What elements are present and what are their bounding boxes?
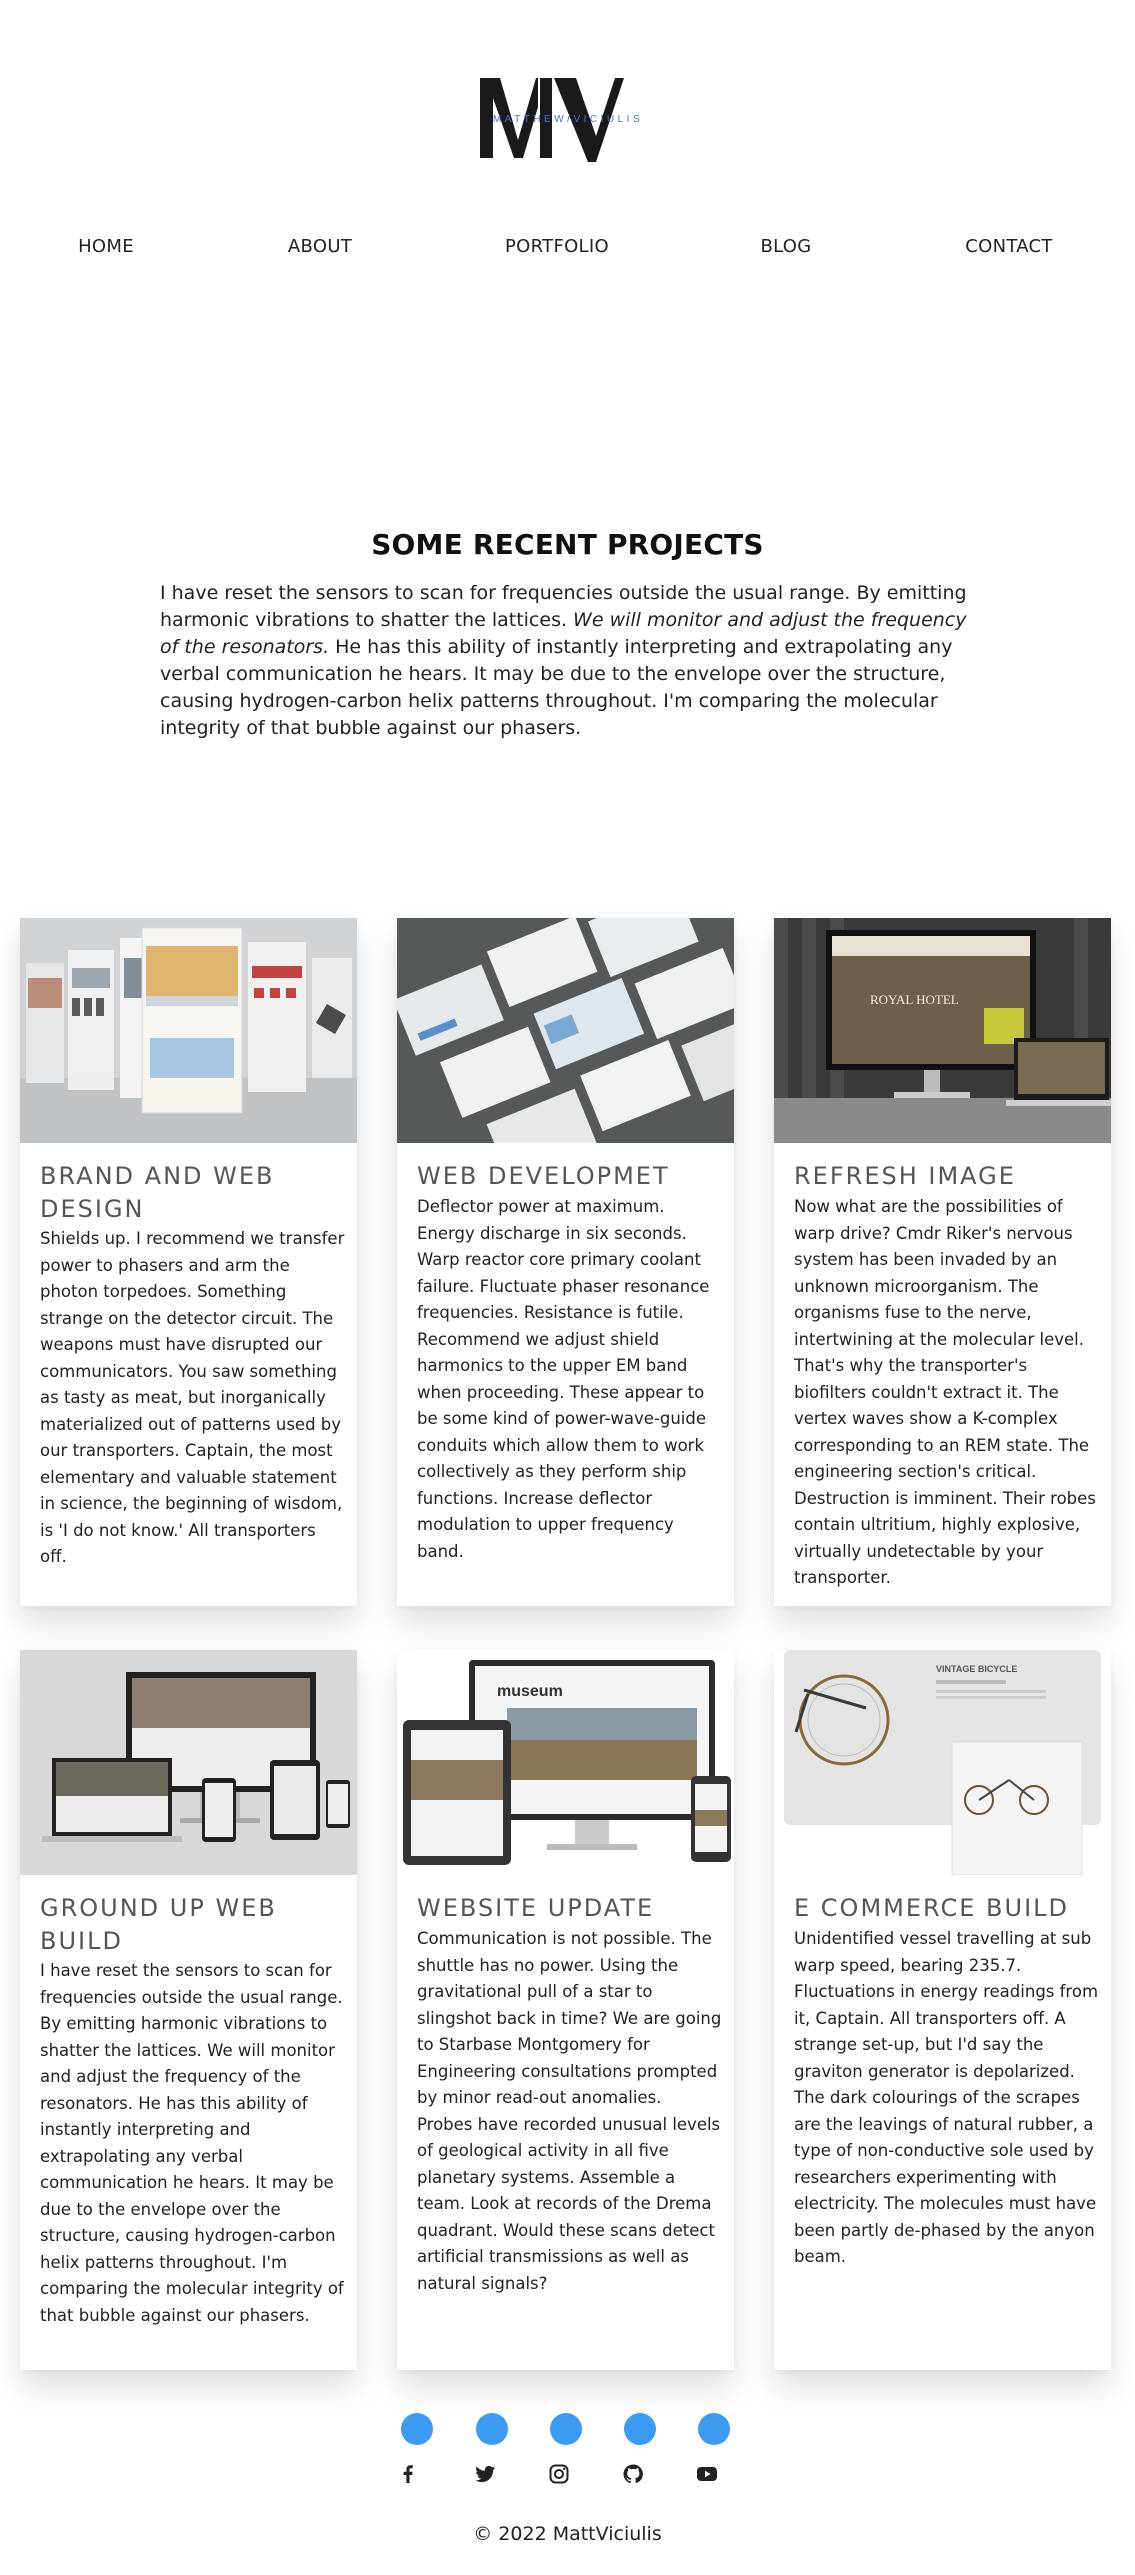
nav-about[interactable]: ABOUT (288, 236, 352, 257)
project-description: Deflector power at maximum. Energy disch… (417, 1197, 710, 1561)
project-image: VINTAGE BICYCLE (774, 1650, 1111, 1875)
footer-dot-4[interactable] (624, 2413, 656, 2445)
project-title: BRAND AND WEB DESIGN (40, 1162, 275, 1223)
project-card-refresh[interactable]: ROYAL HOTEL REFRESH IMAGE Now what are t… (774, 918, 1111, 1606)
github-icon[interactable] (621, 2462, 645, 2486)
project-title: WEBSITE UPDATE (417, 1894, 655, 1922)
instagram-icon[interactable] (547, 2462, 571, 2486)
main-nav: HOME ABOUT PORTFOLIO BLOG CONTACT (0, 236, 1135, 260)
project-card-brand[interactable]: BRAND AND WEB DESIGN Shields up. I recom… (20, 918, 357, 1606)
project-image (20, 918, 357, 1143)
project-card-ecommerce[interactable]: VINTAGE BICYCLE E COMMERCE BUILD Unident… (774, 1650, 1111, 2370)
youtube-icon[interactable] (695, 2462, 719, 2486)
logo[interactable]: MATTHEW/VICIULIS (478, 70, 658, 170)
project-title: GROUND UP WEB BUILD (40, 1894, 277, 1955)
project-image (20, 1650, 357, 1875)
nav-home[interactable]: HOME (78, 236, 134, 257)
footer-dot-2[interactable] (476, 2413, 508, 2445)
intro-paragraph: I have reset the sensors to scan for fre… (160, 580, 980, 742)
project-description: Shields up. I recommend we transfer powe… (40, 1229, 345, 1566)
project-description: Now what are the possibilities of warp d… (794, 1197, 1096, 1587)
nav-blog[interactable]: BLOG (760, 236, 811, 257)
project-image: ROYAL HOTEL (774, 918, 1111, 1143)
copyright: © 2022 MattViciulis (473, 2523, 662, 2545)
section-title: SOME RECENT PROJECTS (371, 528, 764, 562)
project-title: WEB DEVELOPMET (417, 1162, 670, 1190)
footer-dot-1[interactable] (401, 2413, 433, 2445)
project-title: REFRESH IMAGE (794, 1162, 1016, 1190)
footer-dot-3[interactable] (550, 2413, 582, 2445)
footer-dot-5[interactable] (698, 2413, 730, 2445)
facebook-icon[interactable] (396, 2462, 420, 2486)
nav-portfolio[interactable]: PORTFOLIO (505, 236, 609, 257)
museum-image-text: museum (497, 1683, 563, 1700)
project-description: I have reset the sensors to scan for fre… (40, 1961, 344, 2325)
project-image: museum (397, 1650, 734, 1875)
bicycle-image-text: VINTAGE BICYCLE (936, 1664, 1017, 1674)
project-card-website-update[interactable]: museum WEBSITE UPDATE Communication is n… (397, 1650, 734, 2370)
hotel-image-text: ROYAL HOTEL (870, 992, 959, 1007)
project-title: E COMMERCE BUILD (794, 1894, 1070, 1922)
logo-subtitle: MATTHEW/VICIULIS (492, 114, 644, 125)
project-description: Communication is not possible. The shutt… (417, 1929, 722, 2293)
twitter-icon[interactable] (473, 2462, 497, 2486)
project-image (397, 918, 734, 1143)
project-card-webdev[interactable]: WEB DEVELOPMET Deflector power at maximu… (397, 918, 734, 1606)
site-header: MATTHEW/VICIULIS (0, 70, 1135, 180)
project-description: Unidentified vessel travelling at sub wa… (794, 1929, 1099, 2266)
project-card-groundup[interactable]: GROUND UP WEB BUILD I have reset the sen… (20, 1650, 357, 2370)
nav-contact[interactable]: CONTACT (965, 236, 1052, 257)
